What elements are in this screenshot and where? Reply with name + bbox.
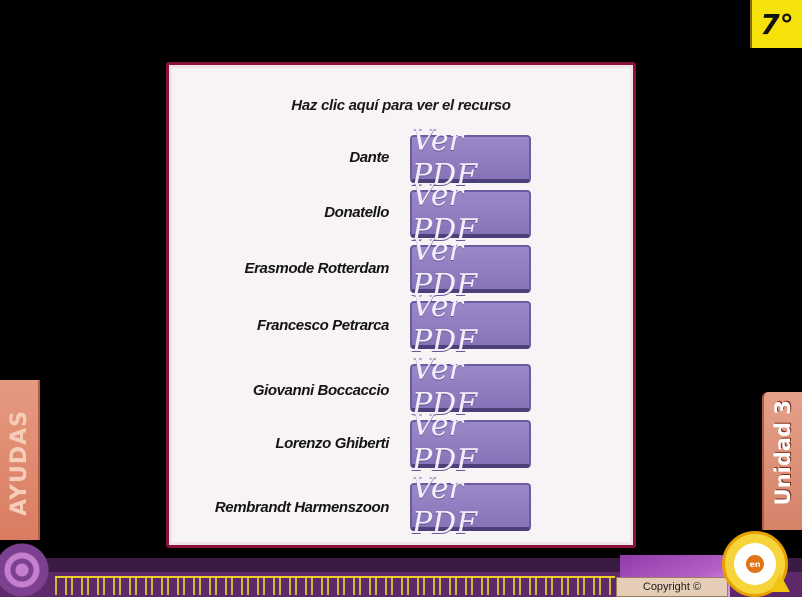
unit-tab[interactable]: Unidad 3 [762,392,802,530]
ver-pdf-button-rembrandt[interactable]: Ver PDF [410,471,531,541]
unit-tab-label: Unidad 3 [771,400,795,506]
resource-label-petrarca: Francesco Petrarca [256,317,389,334]
grade-badge: 7° [750,0,802,48]
resource-panel: Haz clic aquí para ver el recurso Dante … [166,62,636,548]
resource-label-donatello: Donatello [324,204,389,221]
ver-pdf-button-petrarca[interactable]: Ver PDF [410,289,531,359]
ver-pdf-button-ghiberti[interactable]: Ver PDF [410,408,531,478]
resource-label-ghiberti: Lorenzo Ghiberti [275,435,389,452]
resource-label-rembrandt: Rembrandt Harmenszoon [214,499,390,516]
warning-icon [770,574,790,592]
resource-label-erasmo: Erasmode Rotterdam [244,260,389,277]
ver-pdf-button-dante[interactable]: Ver PDF [410,123,531,193]
left-decoration: AYUDAS [0,380,40,540]
greek-border [55,577,615,595]
left-deco-text: AYUDAS [7,410,32,516]
resource-label-boccaccio: Giovanni Boccaccio [252,382,390,399]
ver-pdf-button-boccaccio[interactable]: Ver PDF [410,352,531,422]
logo-core: en [746,555,764,573]
ver-pdf-button-donatello[interactable]: Ver PDF [410,178,531,248]
copyright-label[interactable]: Copyright © [616,577,728,597]
resource-label-dante: Dante [349,149,389,166]
spiral-icon [0,530,55,597]
panel-title: Haz clic aquí para ver el recurso [291,97,511,114]
ver-pdf-button-erasmo[interactable]: Ver PDF [410,233,531,303]
